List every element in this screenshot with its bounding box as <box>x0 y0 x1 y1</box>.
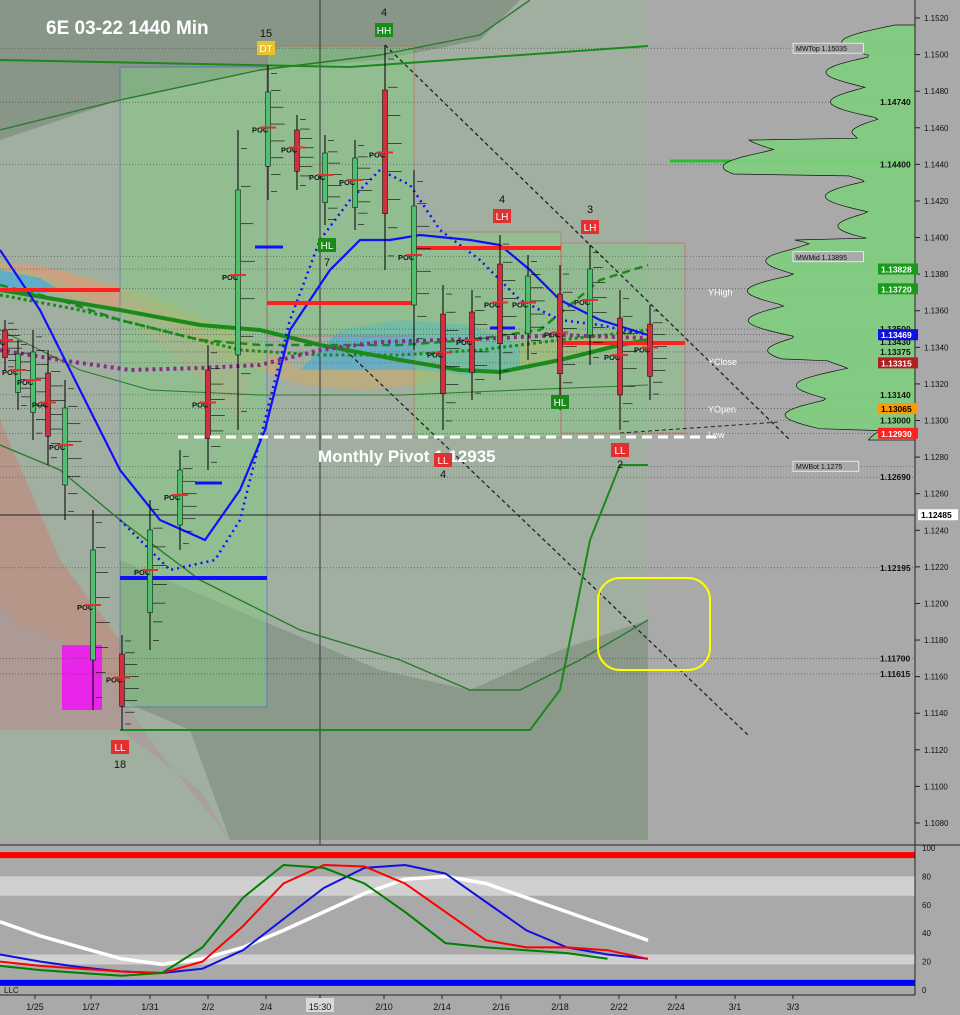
oscillator-panel: 0 20 40 60 80 100 LLC <box>0 844 960 995</box>
y-tick-label: 1.1260 <box>924 490 949 499</box>
swing-count: 15 <box>260 28 272 40</box>
swing-count: 4 <box>440 469 446 481</box>
swing-marker-text: DT <box>259 44 272 55</box>
y-tick-label: 1.1080 <box>924 819 949 828</box>
x-tick-label: 2/2 <box>202 1002 215 1012</box>
osc-tick-label: 0 <box>922 986 927 995</box>
swing-count: 2 <box>617 459 623 471</box>
x-tick-label: 2/14 <box>433 1002 451 1012</box>
price-level-text: 1.11615 <box>880 669 911 679</box>
y-tick-label: 1.1240 <box>924 526 949 535</box>
y-tick-label: 1.1180 <box>924 636 948 645</box>
price-level-text: 1.12690 <box>880 472 911 482</box>
price-tag-text: 1.13065 <box>881 404 912 414</box>
swing-count: 4 <box>499 194 505 206</box>
swing-count: 4 <box>381 7 387 19</box>
x-tick-label: 2/18 <box>551 1002 569 1012</box>
monthly-pivot-label: Monthly Pivot 1.12935 <box>318 447 496 466</box>
y-tick-label: 1.1420 <box>924 197 949 206</box>
price-tag-text: 1.13828 <box>881 265 912 275</box>
swing-marker-text: HL <box>554 398 567 409</box>
price-level-text: 1.13000 <box>880 416 911 426</box>
swing-marker-text: HL <box>321 241 334 252</box>
swing-count: 3 <box>587 204 593 216</box>
y-tick-label: 1.1340 <box>924 343 949 352</box>
y-tick-label: 1.1460 <box>924 124 949 133</box>
mw-label-text: MWMid 1.13895 <box>796 255 847 262</box>
swing-marker-text: LL <box>114 743 126 754</box>
swing-marker-text: LH <box>496 212 509 223</box>
level-label: Low <box>708 430 725 440</box>
price-level-text: 1.12195 <box>880 563 911 573</box>
x-tick-label: 2/10 <box>375 1002 393 1012</box>
osc-tick-label: 40 <box>922 929 931 938</box>
y-tick-label: 1.1140 <box>924 709 948 718</box>
mw-label: MWBot 1.1275 <box>792 460 860 472</box>
price-tag-text: 1.13315 <box>881 358 912 368</box>
x-tick-label: 3/1 <box>729 1002 742 1012</box>
mw-label: MWTop 1.15035 <box>792 42 864 54</box>
price-level-text: 1.11700 <box>880 653 911 663</box>
chart-title: 6E 03-22 1440 Min <box>46 18 209 39</box>
y-tick-label: 1.1220 <box>924 563 949 572</box>
x-tick-label: 2/16 <box>492 1002 510 1012</box>
swing-marker-text: HH <box>377 26 391 37</box>
y-tick-label: 1.1400 <box>924 234 949 243</box>
y-tick-label: 1.1160 <box>924 673 948 682</box>
osc-tick-label: 20 <box>922 958 931 967</box>
price-tag-text: 1.13720 <box>881 284 912 294</box>
osc-tick-label: 100 <box>922 844 936 853</box>
price-level-text: 1.13375 <box>880 347 911 357</box>
y-tick-label: 1.1280 <box>924 453 949 462</box>
price-level-text: 1.13140 <box>880 390 911 400</box>
chart-window: POCPOCPOCPOCPOCPOCPOCPOCPOCPOCPOCPOCPOCP… <box>0 0 960 1015</box>
y-tick-label: 1.1520 <box>924 14 949 23</box>
swing-marker-text: LL <box>614 446 626 457</box>
overall-green-shade <box>0 0 648 840</box>
price-chart[interactable]: POCPOCPOCPOCPOCPOCPOCPOCPOCPOCPOCPOCPOCP… <box>0 0 960 1015</box>
osc-tick-label: 80 <box>922 872 931 881</box>
price-level-text: 1.13430 <box>880 337 911 347</box>
y-tick-label: 1.1360 <box>924 307 949 316</box>
x-tick-label: 3/3 <box>787 1002 800 1012</box>
mw-label: MWMid 1.13895 <box>792 251 864 263</box>
x-tick-label: 2/24 <box>667 1002 685 1012</box>
price-tag-text: 1.12485 <box>921 510 952 520</box>
price-tag-text: 1.12930 <box>881 429 912 439</box>
osc-tick-label: 60 <box>922 901 931 910</box>
level-label: YClose <box>708 357 737 367</box>
y-tick-label: 1.1440 <box>924 160 949 169</box>
y-tick-label: 1.1100 <box>924 782 948 791</box>
price-level-text: 1.14400 <box>880 159 911 169</box>
swing-count: 18 <box>114 759 126 771</box>
y-tick-label: 1.1300 <box>924 417 949 426</box>
x-tick-label: 1/25 <box>26 1002 44 1012</box>
price-level-text: 1.14740 <box>880 97 911 107</box>
x-tick-label: 2/4 <box>260 1002 273 1012</box>
level-label: YOpen <box>708 405 736 415</box>
y-tick-label: 1.1320 <box>924 380 949 389</box>
x-tick-label: 1/27 <box>82 1002 100 1012</box>
swing-marker-text: LL <box>437 456 449 467</box>
mw-label-text: MWBot 1.1275 <box>796 464 842 471</box>
y-tick-label: 1.1200 <box>924 599 949 608</box>
y-tick-label: 1.1500 <box>924 51 949 60</box>
swing-marker-text: LH <box>584 223 597 234</box>
x-tick-label: 15:30 <box>309 1002 332 1012</box>
swing-marker: HL <box>551 395 569 409</box>
time-axis: 1/25 1/27 1/31 2/2 2/4 15:30 2/10 2/14 2/16 2/18 2… <box>0 994 960 1015</box>
osc-left-label: LLC <box>4 986 19 995</box>
level-label: YHigh <box>708 287 733 297</box>
y-tick-label: 1.1380 <box>924 270 949 279</box>
mw-label-text: MWTop 1.15035 <box>796 46 847 53</box>
x-tick-label: 2/22 <box>610 1002 628 1012</box>
x-tick-label: 1/31 <box>141 1002 159 1012</box>
y-tick-label: 1.1120 <box>924 746 948 755</box>
swing-count: 7 <box>324 257 330 269</box>
y-tick-label: 1.1480 <box>924 87 949 96</box>
